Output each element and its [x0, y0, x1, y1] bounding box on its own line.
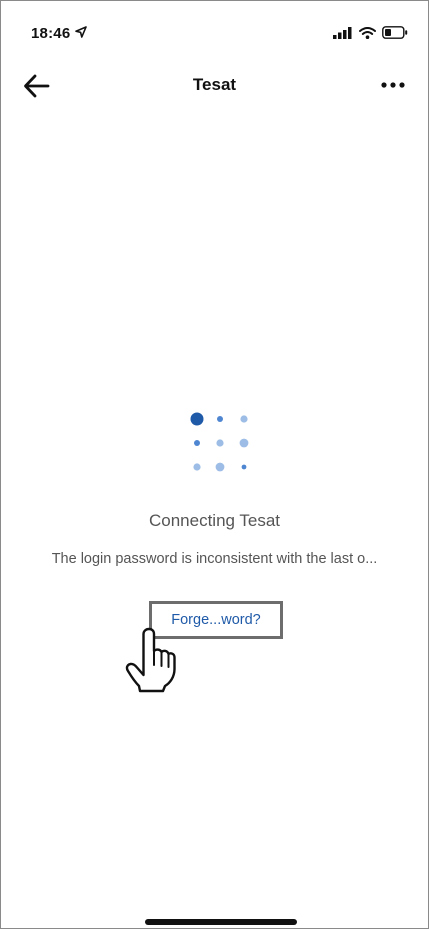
page-title: Tesat	[192, 75, 237, 94]
status-bar: 18:46	[1, 1, 428, 57]
status-time: 18:46	[31, 25, 71, 42]
nav-bar: Tesat	[1, 63, 428, 107]
loading-dots-icon	[187, 409, 251, 473]
location-arrow-icon	[75, 25, 88, 42]
battery-icon	[382, 26, 408, 44]
status-icons	[333, 26, 408, 44]
hand-pointer-icon	[123, 625, 183, 695]
status-time-group: 18:46	[31, 25, 88, 42]
wifi-icon	[359, 26, 376, 44]
more-dots-icon[interactable]	[380, 77, 406, 93]
signal-icon	[333, 26, 353, 44]
connecting-status-text: Connecting Tesat	[148, 511, 281, 530]
more-button[interactable]	[380, 77, 406, 93]
login-error-message: The login password is inconsistent with …	[51, 551, 378, 567]
home-indicator[interactable]	[145, 919, 297, 925]
phone-screen: 18:46 Tesat Connecting Tesat The login p…	[0, 0, 429, 929]
